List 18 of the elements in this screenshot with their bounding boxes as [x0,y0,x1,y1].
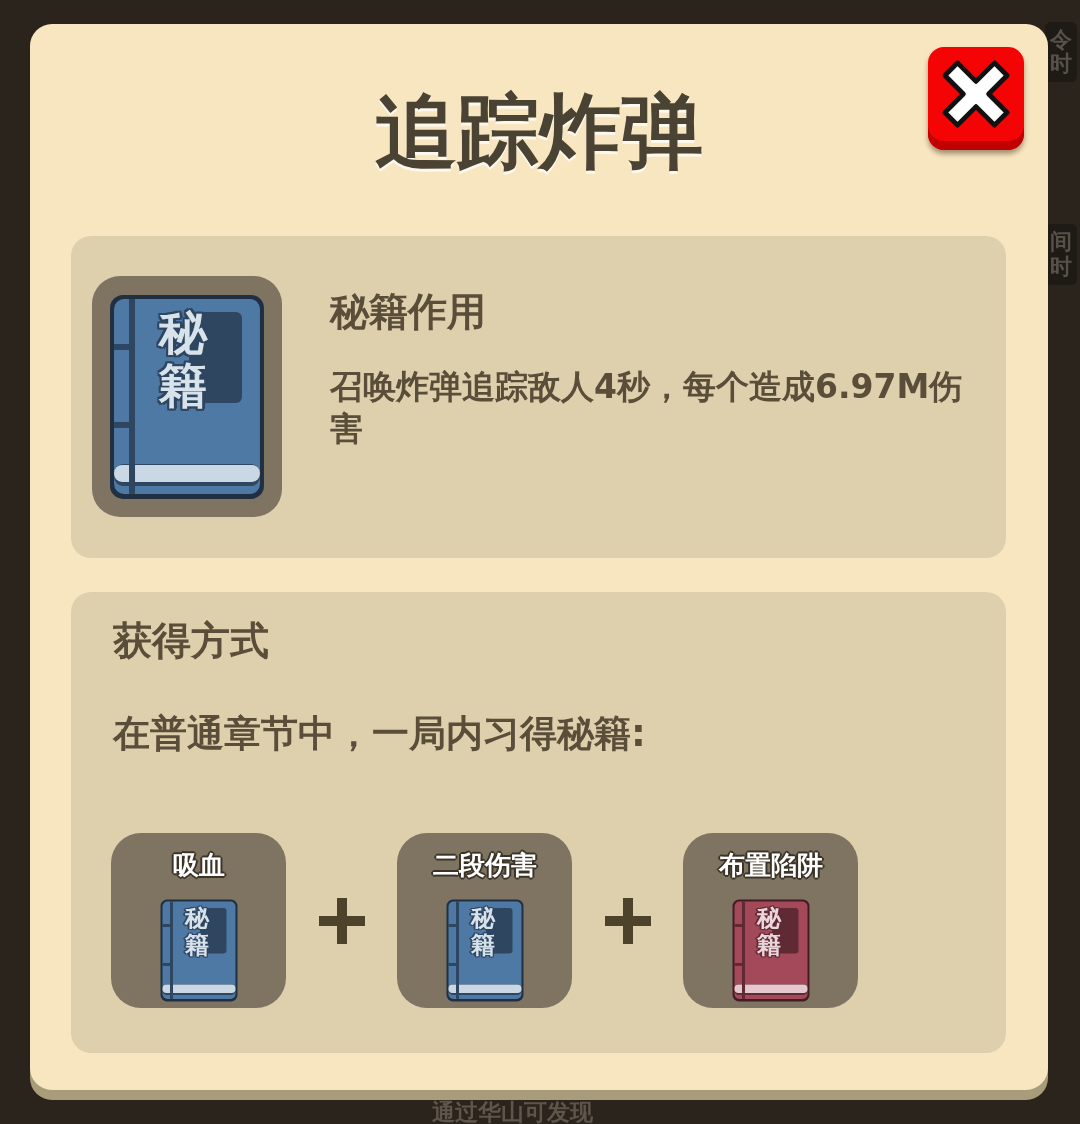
ingredient-name: 二段伤害 [432,849,537,881]
book-cover-title: 秘籍 [184,905,209,958]
dialog-title: 追踪炸弹 [374,91,703,173]
book-cover-title: 秘籍 [756,905,781,958]
acquisition-instruction: 在普通章节中，一局内习得秘籍: [113,712,647,756]
ingredient-name: 吸血 [172,849,225,881]
ingredient-name: 布置陷阱 [718,849,823,881]
side-button[interactable]: 令时 [1045,22,1077,83]
effect-description: 召唤炸弹追踪敌人4秒，每个造成6.97M伤害 [330,366,964,450]
plus-icon [319,897,365,944]
acquisition-heading: 获得方式 [113,618,270,664]
book-icon [109,293,265,500]
book-cover-title: 秘籍 [159,306,208,412]
plus-icon [605,897,651,944]
close-icon [941,59,1011,129]
book-cover-title: 秘籍 [470,905,495,958]
effect-heading: 秘籍作用 [330,288,487,336]
close-button[interactable] [928,47,1024,150]
